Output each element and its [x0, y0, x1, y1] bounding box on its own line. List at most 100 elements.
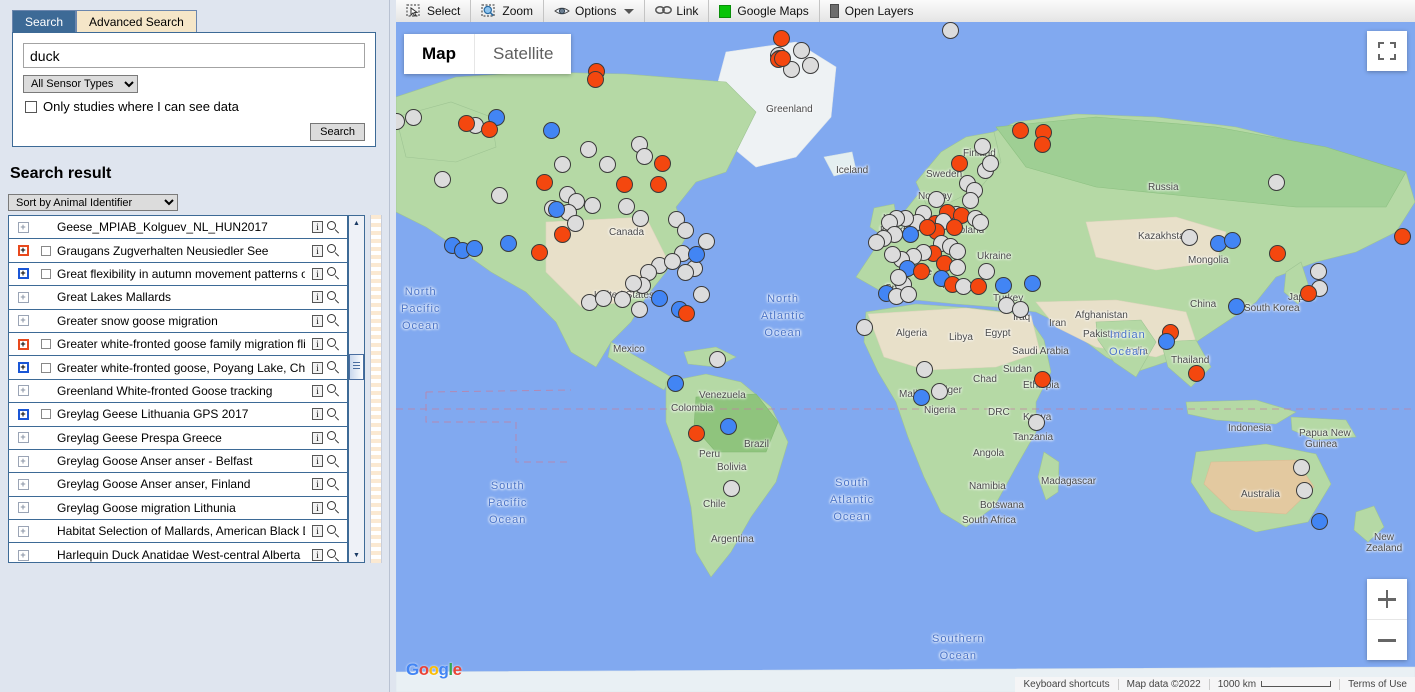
study-marker[interactable] — [1227, 297, 1245, 315]
expand-plus-icon[interactable]: + — [17, 549, 29, 561]
study-marker[interactable] — [650, 289, 668, 307]
study-marker[interactable] — [630, 300, 648, 318]
expand-plus-icon[interactable]: + — [17, 525, 29, 537]
info-icon[interactable]: i — [312, 525, 323, 538]
study-marker[interactable] — [586, 70, 604, 88]
study-marker[interactable] — [457, 114, 475, 132]
tab-search[interactable]: Search — [12, 10, 77, 32]
search-icon[interactable] — [327, 524, 340, 538]
search-icon[interactable] — [327, 290, 340, 304]
table-row[interactable]: + Greater white-fronted goose family migr… — [9, 332, 347, 357]
study-marker[interactable] — [1267, 173, 1285, 191]
study-marker[interactable] — [977, 262, 995, 280]
row-checkbox[interactable] — [41, 362, 51, 373]
study-marker[interactable] — [945, 218, 963, 236]
table-row[interactable]: + Greater snow goose migration i — [9, 309, 347, 333]
study-marker[interactable] — [719, 417, 737, 435]
expand-plus-icon[interactable]: + — [17, 268, 29, 280]
expand-plus-icon[interactable]: + — [17, 315, 29, 327]
study-marker[interactable] — [499, 234, 517, 252]
study-marker[interactable] — [961, 191, 979, 209]
toolbar-zoom-button[interactable]: Zoom — [471, 0, 545, 22]
map-type-toggle[interactable]: Map Satellite — [404, 34, 572, 74]
search-icon[interactable] — [327, 314, 340, 327]
study-marker[interactable] — [912, 262, 930, 280]
info-icon[interactable]: i — [312, 549, 323, 562]
world-map[interactable]: Map Satellite Google Keyboard shortcuts … — [396, 22, 1415, 692]
sensor-type-select[interactable]: All Sensor Types — [23, 75, 138, 93]
panel-scrollbar-track[interactable] — [370, 215, 382, 563]
study-marker[interactable] — [579, 140, 597, 158]
study-marker[interactable] — [553, 155, 571, 173]
study-marker[interactable] — [1157, 332, 1175, 350]
toolbar-google-maps-button[interactable]: Google Maps — [709, 0, 820, 22]
toolbar-open-layers-button[interactable]: Open Layers — [820, 0, 924, 22]
search-icon[interactable] — [327, 407, 340, 421]
info-icon[interactable]: i — [312, 455, 323, 468]
study-marker[interactable] — [867, 233, 885, 251]
study-marker[interactable] — [676, 221, 694, 239]
study-marker[interactable] — [1299, 284, 1317, 302]
toolbar-select-button[interactable]: Select — [396, 0, 472, 22]
study-marker[interactable] — [594, 289, 612, 307]
study-marker[interactable] — [918, 218, 936, 236]
table-row[interactable]: + Greenland White-fronted Goose tracking i — [9, 379, 347, 404]
study-marker[interactable] — [687, 424, 705, 442]
study-marker[interactable] — [1187, 364, 1205, 382]
study-marker[interactable] — [948, 258, 966, 276]
search-icon[interactable] — [327, 477, 340, 491]
study-marker[interactable] — [1223, 231, 1241, 249]
study-marker[interactable] — [433, 170, 451, 188]
expand-plus-icon[interactable]: + — [17, 221, 29, 233]
study-marker[interactable] — [1033, 135, 1051, 153]
only-visible-checkbox[interactable] — [25, 100, 37, 113]
study-marker[interactable] — [773, 49, 791, 67]
table-row[interactable]: + Graugans Zugverhalten Neusiedler See i — [9, 239, 347, 263]
study-marker[interactable] — [583, 196, 601, 214]
study-marker[interactable] — [465, 239, 483, 257]
study-marker[interactable] — [1268, 244, 1286, 262]
fullscreen-button[interactable] — [1367, 31, 1407, 71]
study-marker[interactable] — [542, 121, 560, 139]
study-marker[interactable] — [930, 382, 948, 400]
info-icon[interactable]: i — [312, 431, 323, 444]
info-icon[interactable]: i — [312, 501, 323, 514]
search-icon[interactable] — [327, 220, 340, 234]
study-marker[interactable] — [613, 290, 631, 308]
table-row[interactable]: + Geese_MPIAB_Kolguev_NL_HUN2017 i — [9, 216, 347, 240]
search-input[interactable] — [23, 43, 365, 68]
study-marker[interactable] — [649, 175, 667, 193]
study-marker[interactable] — [697, 232, 715, 250]
study-marker[interactable] — [404, 108, 422, 126]
map-type-map-button[interactable]: Map — [404, 34, 475, 74]
study-marker[interactable] — [994, 276, 1012, 294]
study-marker[interactable] — [772, 29, 790, 47]
study-marker[interactable] — [1180, 228, 1198, 246]
search-icon[interactable] — [327, 337, 340, 351]
study-marker[interactable] — [855, 318, 873, 336]
table-row[interactable]: + Greater white-fronted goose, Poyang Lak… — [9, 356, 347, 380]
expand-plus-icon[interactable]: + — [17, 385, 29, 397]
table-row[interactable]: + Harlequin Duck Anatidae West-central Al… — [9, 543, 347, 562]
study-marker[interactable] — [889, 268, 907, 286]
study-marker[interactable] — [883, 245, 901, 263]
result-list-scrollbar[interactable]: ▲ ▼ — [348, 215, 365, 563]
row-checkbox[interactable] — [41, 268, 51, 279]
toolbar-options-button[interactable]: Options — [544, 0, 646, 22]
table-row[interactable]: + Great Lakes Mallards i — [9, 286, 347, 310]
study-marker[interactable] — [598, 155, 616, 173]
info-icon[interactable]: i — [312, 291, 323, 304]
study-marker[interactable] — [677, 304, 695, 322]
keyboard-shortcuts-link[interactable]: Keyboard shortcuts — [1015, 679, 1117, 690]
study-marker[interactable] — [1295, 481, 1313, 499]
table-row[interactable]: + Greylag Geese Lithuania GPS 2017 i — [9, 403, 347, 427]
info-icon[interactable]: i — [312, 478, 323, 491]
study-marker[interactable] — [676, 263, 694, 281]
study-marker[interactable] — [547, 200, 565, 218]
map-type-satellite-button[interactable]: Satellite — [475, 34, 571, 74]
scrollbar-thumb[interactable] — [349, 354, 364, 380]
expand-plus-icon[interactable]: + — [17, 338, 29, 350]
tab-advanced-search[interactable]: Advanced Search — [76, 10, 197, 32]
chevron-down-icon[interactable] — [624, 8, 635, 14]
row-checkbox[interactable] — [41, 409, 51, 420]
